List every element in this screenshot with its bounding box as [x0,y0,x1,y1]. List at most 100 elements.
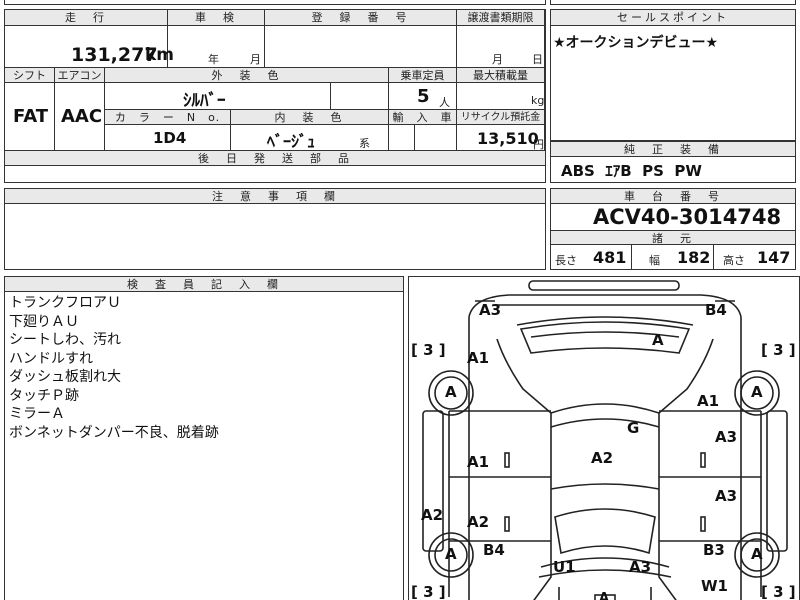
shift-header: シフト [5,68,55,83]
remark-line: タッチＰ跡 [9,387,79,404]
remark-line: ハンドルすれ [9,350,93,367]
spec-row: 長さ 481 幅 182 高さ 147 [551,245,795,269]
recycle-deposit-value: 13,510 [477,129,539,148]
damage-label: A [652,331,664,349]
tire-grade-label: A [445,545,457,563]
tread-depth-label: [ 3 ] [761,341,796,359]
damage-label: B4 [705,301,727,319]
damage-label: A3 [715,428,738,446]
remark-line: ダッシュ板割れ大 [9,369,121,385]
recycle-deposit-unit: 円 [533,138,544,151]
shipping-parts-header: 後 日 発 送 部 品 [5,151,545,166]
tread-depth-label: [ 3 ] [761,583,796,600]
genuine-equipment-header: 純 正 装 備 [551,142,795,157]
exterior-color-cell: ｼﾙﾊﾞｰ [105,83,331,111]
vehicle-info-table: 走 行 車 検 登 録 番 号 譲渡書類期限 131,277 km 年 月 月 … [4,9,546,183]
top-cutoff-strip [4,0,546,5]
damage-label: A3 [715,487,738,505]
interior-color-header: 内 装 色 [231,110,389,125]
length-label: 長さ [555,254,577,267]
aircon-header: エアコン [55,68,105,83]
exterior-color-value: ｼﾙﾊﾞｰ [183,91,226,111]
notes-header: 注 意 事 項 欄 [5,189,545,204]
damage-label: B4 [483,541,505,559]
inspector-remarks-list: トランクフロアＵ 下廻りＡＵ シートしわ、汚れ ハンドルすれ ダッシュ板割れ大 … [9,294,219,442]
sales-point-header: セールスポイント [551,10,795,26]
inspector-remarks-header: 検 査 員 記 入 欄 [5,277,403,292]
spec-header: 諸 元 [551,230,795,245]
capacity-unit: 人 [439,96,450,109]
recycle-deposit-cell: 13,510 円 [457,125,545,151]
aircon-cell: AAC [55,83,105,151]
genuine-equipment-box: 純 正 装 備 ABS ｴｱB PS PW [550,141,796,183]
max-load-unit: kg [531,94,545,107]
capacity-cell: 5 人 [389,83,457,110]
max-load-cell: kg [457,83,545,110]
width-label: 幅 [649,254,660,267]
chassis-box: 車 台 番 号 ACV40-3014748 諸 元 長さ 481 幅 182 高… [550,188,796,270]
transfer-deadline-cell: 月 日 [457,26,545,68]
sales-point-text: ★オークションデビュー★ [553,35,719,51]
damage-label: A [599,591,610,600]
top-cutoff-strip-right [550,0,796,5]
length-value: 481 [593,248,627,267]
remark-line: ボンネットダンパー不良、脱着跡 [9,424,219,441]
inspection-year-unit: 年 [208,53,219,66]
tread-depth-label: [ 3 ] [411,583,446,600]
interior-color-cell: ﾍﾞｰｼﾞｭ 系 [231,125,389,151]
tire-grade-label: A [445,383,457,401]
damage-label: A3 [629,558,652,576]
damage-label: U1 [553,558,576,576]
height-value: 147 [757,248,791,267]
car-outline-icon [422,280,788,600]
interior-color-value: ﾍﾞｰｼﾞｭ [267,132,316,151]
genuine-equipment-value: ABS ｴｱB PS PW [561,162,702,180]
shift-value: FAT [13,106,49,127]
car-damage-diagram: A3 B4 A [ 3 ] [ 3 ] A1 A A1 A G A3 A2 A1… [408,276,800,600]
recycle-deposit-header: リサイクル預託金 [457,110,545,125]
tire-grade-label: A [751,545,763,563]
transfer-day-unit: 日 [532,53,543,66]
shift-cell: FAT [5,83,55,151]
damage-label: A1 [467,349,490,367]
remark-line: シートしわ、汚れ [9,332,121,348]
notes-box: 注 意 事 項 欄 [4,188,546,270]
damage-label: G [627,419,640,437]
damage-label: A2 [421,506,444,524]
transfer-month-unit: 月 [492,53,503,66]
inspection-header: 車 検 [168,10,265,26]
tread-depth-label: [ 3 ] [411,341,446,359]
chassis-number: ACV40-3014748 [593,205,782,229]
width-value: 182 [677,248,711,267]
inspection-cell: 年 月 [168,26,265,68]
color-number-header: カ ラ ー N o. [105,110,231,125]
mileage-header: 走 行 [5,10,168,26]
max-load-header: 最大積載量 [457,68,545,83]
chassis-header: 車 台 番 号 [551,189,795,204]
damage-label: A2 [591,449,614,467]
damage-label: A2 [467,513,490,531]
capacity-header: 乗車定員 [389,68,457,83]
inspector-remarks-box: 検 査 員 記 入 欄 トランクフロアＵ 下廻りＡＵ シートしわ、汚れ ハンドル… [4,276,404,600]
sales-point-box: セールスポイント ★オークションデビュー★ [550,9,796,141]
shipping-parts-cell [5,166,545,182]
height-label: 高さ [723,254,745,267]
damage-label: W1 [701,577,728,595]
registration-cell [265,26,457,68]
import-car-cell-b [415,125,457,151]
remark-line: 下廻りＡＵ [9,313,79,330]
color-number-value: 1D4 [153,129,187,147]
import-car-cell-a [389,125,415,151]
exterior-color-header: 外 装 色 [105,68,389,83]
remark-line: トランクフロアＵ [9,295,121,311]
capacity-value: 5 [417,86,430,107]
import-car-header: 輸 入 車 [389,110,457,125]
exterior-color-sub-cell [331,83,389,110]
color-number-cell: 1D4 [105,125,231,151]
remark-line: ミラーＡ [9,406,65,422]
damage-label: A1 [467,453,490,471]
mileage-cell: 131,277 km [5,26,174,68]
registration-header: 登 録 番 号 [265,10,457,26]
damage-label: A3 [479,301,502,319]
tire-grade-label: A [751,383,763,401]
